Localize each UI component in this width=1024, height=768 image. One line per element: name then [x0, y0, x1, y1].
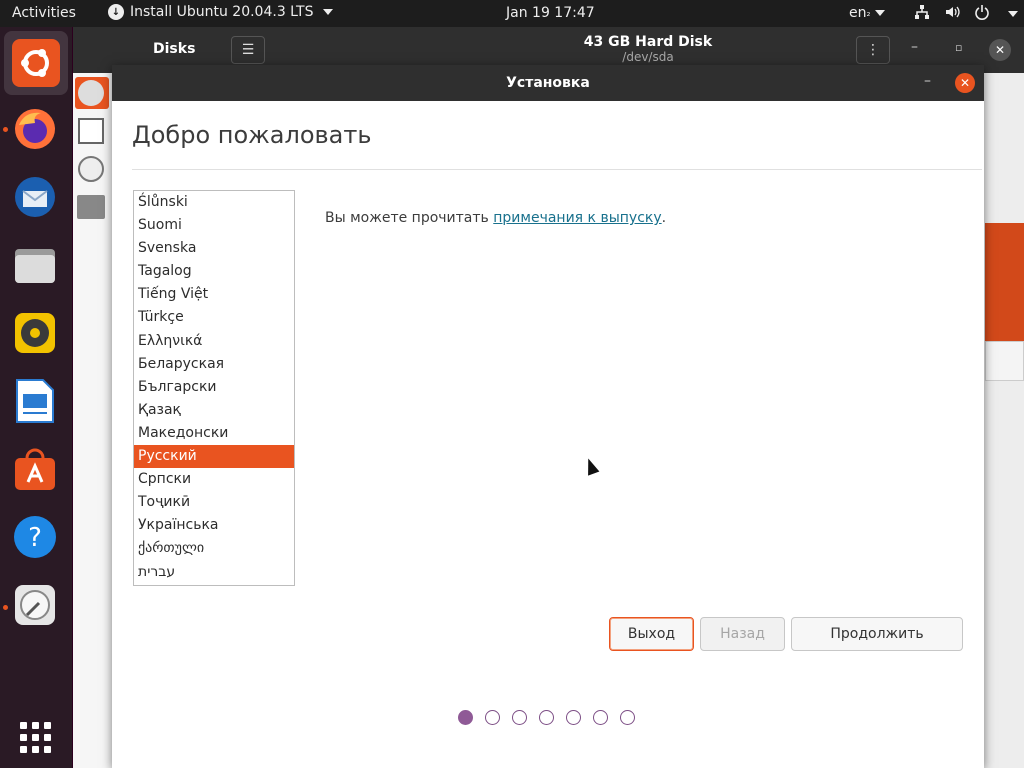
installer-app-icon: ↓ [108, 4, 124, 20]
language-item[interactable]: עברית [134, 561, 294, 584]
installer-window: Установка – ✕ Добро пожаловать Ślůnski Su… [112, 65, 984, 768]
language-item[interactable]: Български [134, 376, 294, 399]
disks-device-list [73, 73, 113, 768]
floppy-icon [78, 118, 104, 144]
disk-icon [15, 585, 55, 625]
running-indicator [3, 605, 8, 610]
installer-header-bar: Установка – ✕ [112, 65, 984, 101]
language-item[interactable]: Ελληνικά [134, 330, 294, 353]
maximize-button[interactable]: ▫ [955, 41, 962, 54]
app-menu-label: Install Ubuntu 20.04.3 LTS [130, 4, 314, 20]
step-dot [593, 710, 608, 725]
chevron-down-icon [874, 10, 885, 16]
step-dot [566, 710, 581, 725]
language-item[interactable]: Tiếng Việt [134, 283, 294, 306]
device-entry[interactable] [75, 191, 109, 223]
dock-item-thunderbird[interactable] [11, 173, 59, 221]
device-entry[interactable] [75, 153, 109, 185]
release-notes-prefix: Вы можете прочитать [325, 210, 494, 226]
page-title: Добро пожаловать [132, 121, 372, 149]
language-list[interactable]: Ślůnski Suomi Svenska Tagalog Tiếng Việt Türk… [133, 190, 295, 586]
network-icon [914, 4, 930, 24]
show-apps-button[interactable] [11, 713, 59, 761]
minimize-button[interactable]: – [911, 39, 918, 55]
dock-item-software[interactable] [11, 445, 59, 493]
harddisk-icon [78, 80, 104, 106]
svg-text:?: ? [28, 523, 42, 553]
chevron-down-icon [1008, 11, 1018, 17]
software-bag-icon [15, 448, 55, 490]
language-item[interactable]: Македонски [134, 422, 294, 445]
language-item[interactable]: Svenska [134, 237, 294, 260]
step-dot [485, 710, 500, 725]
grid-icon [19, 721, 51, 753]
release-notes-suffix: . [661, 210, 667, 226]
dock-item-files[interactable] [11, 241, 59, 289]
system-menu[interactable] [914, 4, 1018, 24]
folder-icon [15, 249, 55, 283]
language-item[interactable]: Беларуская [134, 353, 294, 376]
partition-segment[interactable] [985, 341, 1024, 381]
disk-path: /dev/sda [622, 50, 674, 64]
language-item[interactable]: Tagalog [134, 260, 294, 283]
app-menu[interactable]: ↓ Install Ubuntu 20.04.3 LTS [108, 4, 334, 20]
language-item[interactable]: Қазақ [134, 399, 294, 422]
disk-title: 43 GB Hard Disk [583, 34, 713, 50]
window-title: Установка [506, 75, 590, 91]
language-item[interactable]: Српски [134, 468, 294, 491]
dock: ? [0, 27, 72, 768]
release-notes-text: Вы можете прочитать примечания к выпуску… [325, 210, 666, 226]
minimize-button[interactable]: – [924, 73, 931, 89]
language-item[interactable]: Тоҷикӣ [134, 491, 294, 514]
continue-button[interactable]: Продолжить [791, 617, 963, 651]
speaker-icon [15, 313, 55, 353]
power-icon [974, 4, 990, 24]
dock-item-installer[interactable] [4, 31, 68, 95]
disks-title: Disks [153, 41, 196, 57]
volume-icon [944, 4, 960, 24]
dock-item-disks[interactable] [11, 581, 59, 629]
back-button[interactable]: Назад [700, 617, 785, 651]
step-dot [458, 710, 473, 725]
close-button[interactable]: ✕ [989, 39, 1011, 61]
language-item[interactable]: Türkçe [134, 306, 294, 329]
clock[interactable]: Jan 19 17:47 [506, 5, 595, 21]
input-source-menu[interactable]: en ₂ [849, 5, 885, 21]
language-item[interactable]: Ślůnski [134, 191, 294, 214]
dock-item-help[interactable]: ? [11, 513, 59, 561]
drive-icon [77, 195, 105, 219]
help-icon: ? [14, 516, 56, 558]
thunderbird-icon [15, 177, 55, 217]
optical-disc-icon [78, 156, 104, 182]
firefox-icon [15, 109, 55, 149]
hamburger-menu-button[interactable]: ☰ [231, 36, 265, 64]
input-source-label: en [849, 5, 867, 21]
device-entry[interactable] [75, 115, 109, 147]
kebab-menu-button[interactable]: ⋮ [856, 36, 890, 64]
disk-header: 43 GB Hard Disk /dev/sda [543, 34, 753, 64]
top-bar: Activities ↓ Install Ubuntu 20.04.3 LTS … [0, 0, 1024, 27]
step-dot [539, 710, 554, 725]
activities-button[interactable]: Activities [12, 5, 76, 21]
dock-item-firefox[interactable] [11, 105, 59, 153]
language-item[interactable]: ქართული [134, 537, 294, 560]
step-dot [620, 710, 635, 725]
release-notes-link[interactable]: примечания к выпуску [493, 210, 661, 226]
close-button[interactable]: ✕ [955, 73, 975, 93]
device-entry[interactable] [75, 77, 109, 109]
language-item[interactable]: Українська [134, 514, 294, 537]
step-progress [458, 710, 635, 725]
partition-segment[interactable] [985, 223, 1024, 341]
quit-button[interactable]: Выход [609, 617, 694, 651]
divider [132, 169, 982, 170]
ubuntu-icon [12, 39, 60, 87]
chevron-down-icon [323, 9, 334, 15]
language-item[interactable]: Русский [134, 445, 294, 469]
running-indicator [3, 127, 8, 132]
document-icon [16, 379, 54, 423]
language-item[interactable]: Suomi [134, 214, 294, 237]
dock-item-writer[interactable] [11, 377, 59, 425]
step-dot [512, 710, 527, 725]
dock-item-rhythmbox[interactable] [11, 309, 59, 357]
